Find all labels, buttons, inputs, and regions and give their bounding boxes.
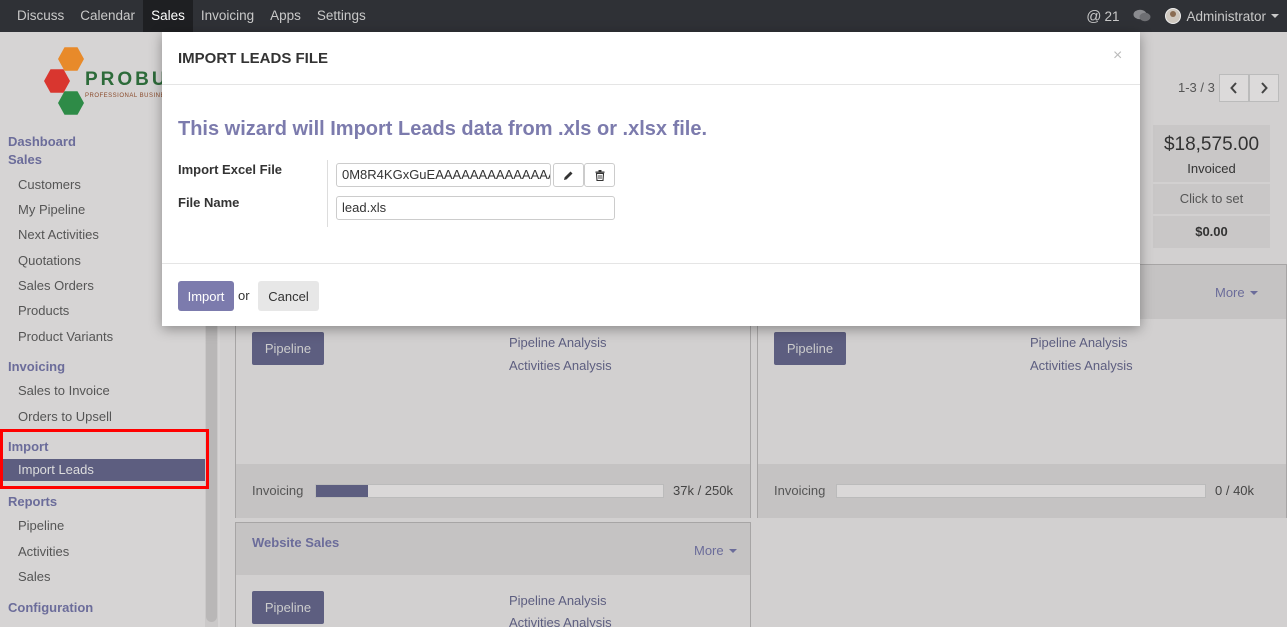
cancel-button[interactable]: Cancel (258, 281, 319, 311)
pipeline-button[interactable]: Pipeline (252, 332, 324, 365)
mentions-button[interactable]: @ 21 (1086, 8, 1119, 25)
user-name: Administrator (1186, 8, 1266, 24)
chat-icon (1133, 9, 1151, 22)
close-icon[interactable]: × (1113, 47, 1122, 65)
avatar (1165, 8, 1182, 24)
menu-invoicing[interactable]: Invoicing (193, 0, 262, 32)
import-leads-dialog: IMPORT LEADS FILE × This wizard will Imp… (162, 32, 1140, 326)
file-name-field[interactable]: lead.xls (336, 196, 615, 220)
sidebar-item-my-pipeline[interactable]: My Pipeline (18, 202, 85, 217)
more-label: More (1215, 285, 1245, 300)
invoicing-progress-bar (836, 484, 1206, 498)
sidebar-dashboard[interactable]: Dashboard (8, 134, 76, 149)
sidebar-item-product-variants[interactable]: Product Variants (18, 329, 113, 344)
pipeline-analysis-link[interactable]: Pipeline Analysis (509, 593, 607, 608)
activities-analysis-link[interactable]: Activities Analysis (509, 615, 612, 627)
sidebar-item-pipeline[interactable]: Pipeline (18, 518, 64, 533)
activities-analysis-link[interactable]: Activities Analysis (1030, 358, 1133, 373)
at-icon: @ (1086, 7, 1102, 25)
dialog-header: IMPORT LEADS FILE × (162, 32, 1140, 85)
sidebar-item-quotations[interactable]: Quotations (18, 253, 81, 268)
sidebar-section-sales: Sales (8, 152, 42, 167)
sidebar-section-reports: Reports (8, 494, 58, 509)
delete-file-button[interactable] (584, 163, 615, 187)
import-button[interactable]: Import (178, 281, 234, 311)
activities-analysis-link[interactable]: Activities Analysis (509, 358, 612, 373)
messages-button[interactable] (1133, 9, 1151, 23)
pencil-icon (564, 171, 573, 180)
invoicing-label: Invoicing (252, 483, 304, 498)
sales-team-card: Website Sales More Pipeline Pipeline Ana… (235, 522, 751, 627)
caret-down-icon (1271, 14, 1279, 18)
stat-invoiced: $18,575.00 Invoiced (1153, 125, 1270, 182)
card-footer: Invoicing 0 / 40k (758, 464, 1286, 518)
dialog-footer: Import or Cancel (162, 263, 1140, 326)
stat-invoiced-amount: $18,575.00 (1163, 134, 1260, 155)
app-menu: Discuss Calendar Sales Invoicing Apps Se… (0, 0, 374, 32)
pipeline-button[interactable]: Pipeline (252, 591, 324, 624)
sidebar-item-sales[interactable]: Sales (18, 569, 51, 584)
field-divider (327, 160, 328, 227)
sidebar-section-invoicing: Invoicing (8, 359, 66, 374)
user-menu[interactable]: Administrator (1165, 8, 1279, 24)
menu-discuss[interactable]: Discuss (0, 0, 72, 32)
wizard-heading: This wizard will Import Leads data from … (178, 118, 708, 140)
sidebar-item-next-activities[interactable]: Next Activities (18, 227, 99, 242)
chevron-right-icon (1261, 82, 1268, 94)
stat-target-value: $0.00 (1153, 216, 1270, 248)
menu-calendar[interactable]: Calendar (72, 0, 143, 32)
invoicing-label: Invoicing (774, 483, 826, 498)
logo-subtext: PROFESSIONAL BUSINESS (85, 93, 174, 99)
menu-settings[interactable]: Settings (309, 0, 374, 32)
caret-down-icon (1249, 290, 1258, 295)
import-file-field[interactable]: 0M8R4KGxGuEAAAAAAAAAAAAAAAA (336, 163, 551, 187)
caret-down-icon (728, 548, 737, 553)
pager-next-button[interactable] (1249, 74, 1279, 102)
stat-target-prompt[interactable]: Click to set (1153, 184, 1270, 214)
sidebar-section-configuration[interactable]: Configuration (8, 600, 93, 615)
menu-sales[interactable]: Sales (143, 0, 193, 32)
menu-apps[interactable]: Apps (262, 0, 309, 32)
pipeline-analysis-link[interactable]: Pipeline Analysis (1030, 335, 1128, 350)
sidebar-item-activities[interactable]: Activities (18, 544, 69, 559)
more-dropdown[interactable]: More (1215, 285, 1258, 300)
invoicing-value: 0 / 40k (1215, 483, 1255, 498)
pager-previous-button[interactable] (1219, 74, 1249, 102)
file-name-label: File Name (178, 195, 240, 210)
card-title[interactable]: Website Sales (252, 535, 339, 550)
highlight-box (0, 429, 209, 489)
invoicing-progress-fill (316, 485, 369, 497)
more-label: More (694, 543, 724, 558)
sidebar-item-sales-orders[interactable]: Sales Orders (18, 278, 94, 293)
invoicing-progress-bar (315, 484, 664, 498)
sidebar-item-customers[interactable]: Customers (18, 177, 81, 192)
chevron-left-icon (1230, 82, 1237, 94)
trash-icon (595, 169, 604, 181)
import-file-label: Import Excel File (178, 162, 283, 177)
pager-value: 1-3 / 3 (1178, 80, 1215, 95)
logo-hex-orange (58, 47, 84, 71)
or-text: or (238, 288, 250, 303)
topbar-right: @ 21 Administrator (1086, 0, 1287, 32)
card-footer: Invoicing 37k / 250k (236, 464, 750, 518)
invoicing-value: 37k / 250k (673, 483, 733, 498)
sidebar-item-sales-to-invoice[interactable]: Sales to Invoice (18, 383, 110, 398)
pipeline-analysis-link[interactable]: Pipeline Analysis (509, 335, 607, 350)
dialog-title: IMPORT LEADS FILE (178, 50, 328, 67)
logo-hex-red (44, 69, 70, 93)
more-dropdown[interactable]: More (694, 543, 737, 558)
pipeline-button[interactable]: Pipeline (774, 332, 846, 365)
stat-invoiced-label: Invoiced (1187, 161, 1236, 176)
logo-hex-green (58, 91, 84, 115)
edit-file-button[interactable] (553, 163, 584, 187)
mentions-count: 21 (1104, 8, 1120, 24)
sidebar-item-orders-to-upsell[interactable]: Orders to Upsell (18, 409, 112, 424)
sidebar-item-products[interactable]: Products (18, 303, 69, 318)
top-navbar: Discuss Calendar Sales Invoicing Apps Se… (0, 0, 1287, 32)
